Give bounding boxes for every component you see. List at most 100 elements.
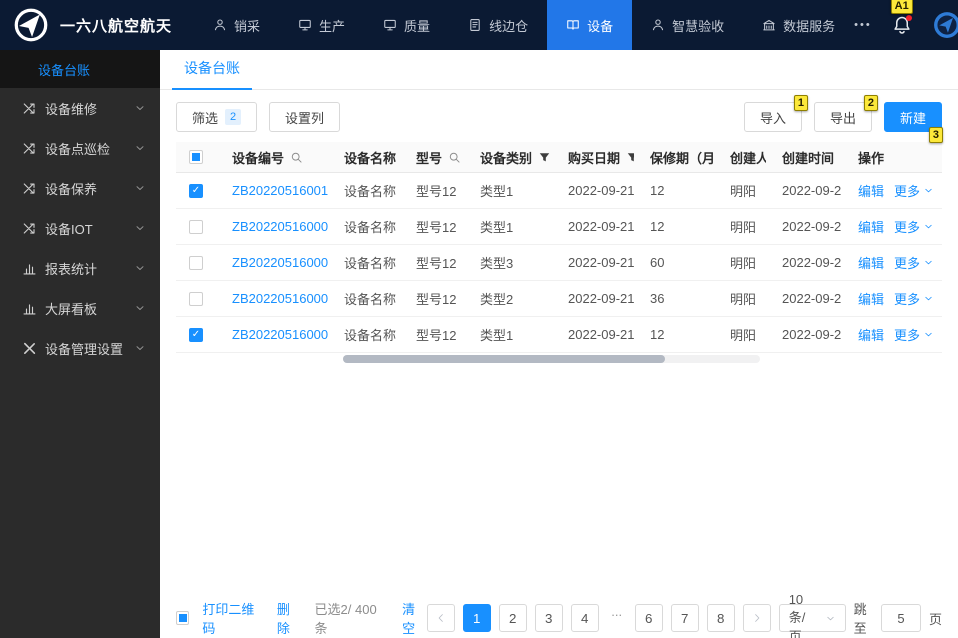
sidebar-item-big-screen[interactable]: 大屏看板 [0,288,160,328]
next-page-button[interactable] [742,604,771,632]
creator-cell: 明阳 [730,328,757,343]
row-checkbox[interactable] [189,327,203,342]
device-code-link[interactable]: ZB202205160006 [232,327,328,342]
chevron-left-icon [435,612,447,624]
edit-button[interactable]: 编辑 [858,217,884,236]
sidebar-item-device-settings[interactable]: 设备管理设置 [0,328,160,368]
brand-name: 一六八航空航天 [60,17,173,35]
page-ellipsis[interactable]: ... [607,604,627,632]
more-menu-button[interactable]: ••• [854,19,872,31]
nav-item-smart-acceptance[interactable]: 智慧验收 [632,0,743,50]
nav-item-line-warehouse[interactable]: 线边仓 [449,0,547,50]
create-label: 新建 [899,110,926,126]
actions-cell: 编辑 更多 [842,289,942,308]
export-button[interactable]: 2 导出 [813,95,878,132]
nav-item-sales[interactable]: 销采 [194,0,279,50]
monitor-icon [383,18,397,32]
header-checkbox-cell [176,150,216,164]
page-button-2[interactable]: 2 [498,604,527,632]
row-checkbox[interactable] [189,291,203,306]
chevron-down-icon [134,222,146,234]
edit-button[interactable]: 编辑 [858,325,884,344]
table-row: ZB202205160008 设备名称 型号12 类型3 2022-09-21 60 明阳 2… [176,245,942,281]
sidebar-item-device-repair[interactable]: 设备维修 [0,88,160,128]
prev-page-button[interactable] [426,604,455,632]
row-checkbox[interactable] [189,219,203,234]
shuffle-icon [22,181,37,196]
database-icon [762,18,776,32]
device-code-link[interactable]: ZB202205160008 [232,255,328,270]
page-buttons: 1 2 3 4... 6 7 8 [462,604,735,632]
more-button[interactable]: 更多 [894,181,934,200]
column-header-model[interactable]: 型号 [400,148,464,167]
page-button-4[interactable]: 4 [570,604,599,632]
sidebar-item-report-statistics[interactable]: 报表统计 [0,248,160,288]
device-code-link[interactable]: ZB202205160009 [232,219,328,234]
page-button-1[interactable]: 1 [462,604,491,632]
sidebar-item-device-iot[interactable]: 设备IOT [0,208,160,248]
page-button-7[interactable]: 7 [670,604,699,632]
device-table: 设备编号设备名称型号设备类别购买日期保修期（月）创建人创建时间操作 ZB2022… [176,142,942,363]
column-header-actions: 操作 [842,148,942,167]
chart-icon [22,261,37,276]
model-cell: 型号12 [416,292,457,307]
actions-cell: 编辑 更多 [842,325,942,344]
edit-button[interactable]: 编辑 [858,253,884,272]
page-button-6[interactable]: 6 [634,604,663,632]
tab-device-ledger[interactable]: 设备台账 [172,58,252,90]
more-button[interactable]: 更多 [894,253,934,272]
nav-item-label: 销采 [234,18,261,34]
jump-page-input[interactable] [880,604,921,632]
page-button-8[interactable]: 8 [706,604,735,632]
horizontal-scrollbar-thumb[interactable] [343,355,665,363]
create-button[interactable]: 3 新建 [883,102,943,143]
print-qrcode-button[interactable]: 打印二维码 [202,599,264,637]
horizontal-scrollbar-track[interactable] [343,355,760,363]
tools-icon [22,341,37,356]
clear-selection-button[interactable]: 清空 [402,599,427,637]
row-checkbox[interactable] [189,255,203,270]
column-header-purchase-date[interactable]: 购买日期 [552,148,634,167]
column-header-category[interactable]: 设备类别 [464,148,552,167]
device-code-link[interactable]: ZB202205160007 [232,291,328,306]
nav-item-device[interactable]: 设备 [547,0,633,50]
device-code-link[interactable]: ZB202205160010 [232,183,328,198]
table-header: 设备编号 设备名称 型号 设备类别 购买日期 保修期（月） 创建人创建时间 操作 [176,142,942,173]
more-button[interactable]: 更多 [894,289,934,308]
edit-button[interactable]: 编辑 [858,181,884,200]
column-label: 型号 [416,150,443,166]
column-header-name[interactable]: 设备名称 [328,148,400,167]
sidebar-item-label: 设备IOT [45,221,93,237]
chevron-down-icon [134,262,146,274]
sidebar-item-device-inspection[interactable]: 设备点巡检 [0,128,160,168]
page-button-3[interactable]: 3 [534,604,563,632]
chevron-down-icon [134,342,146,354]
import-button[interactable]: 1 导入 [743,95,808,132]
column-header-code[interactable]: 设备编号 [216,148,328,167]
sidebar-item-device-maintenance[interactable]: 设备保养 [0,168,160,208]
row-checkbox[interactable] [189,183,203,198]
device-name-cell: 设备名称 [344,184,397,199]
edit-button[interactable]: 编辑 [858,289,884,308]
chevdown-icon [923,329,934,340]
nav-item-production[interactable]: 生产 [279,0,364,50]
footer-select-all-checkbox[interactable] [176,611,190,625]
filter-label: 筛选 [192,110,219,126]
filter-button[interactable]: 筛选 2 [176,102,258,132]
chevron-down-icon [134,102,146,114]
chevdown-icon [923,257,934,268]
delete-button[interactable]: 删除 [277,599,302,637]
notification-bell-button[interactable]: A1 [890,0,913,35]
sidebar-item-device-ledger[interactable]: 设备台账 [0,50,160,88]
nav-item-data-service[interactable]: 数据服务 [743,0,854,50]
notification-dot [905,15,912,21]
page-size-select[interactable]: 10条/页 [778,592,846,638]
nav-item-quality[interactable]: 质量 [364,0,449,50]
actions-cell: 编辑 更多 [842,181,942,200]
column-settings-button[interactable]: 设置列 [269,102,341,132]
select-all-checkbox[interactable] [189,150,203,164]
more-button[interactable]: 更多 [894,217,934,236]
more-button[interactable]: 更多 [894,325,934,344]
user-menu[interactable]: 吴东阳 [932,0,958,54]
column-header-created-at[interactable]: 创建时间 [766,148,842,167]
